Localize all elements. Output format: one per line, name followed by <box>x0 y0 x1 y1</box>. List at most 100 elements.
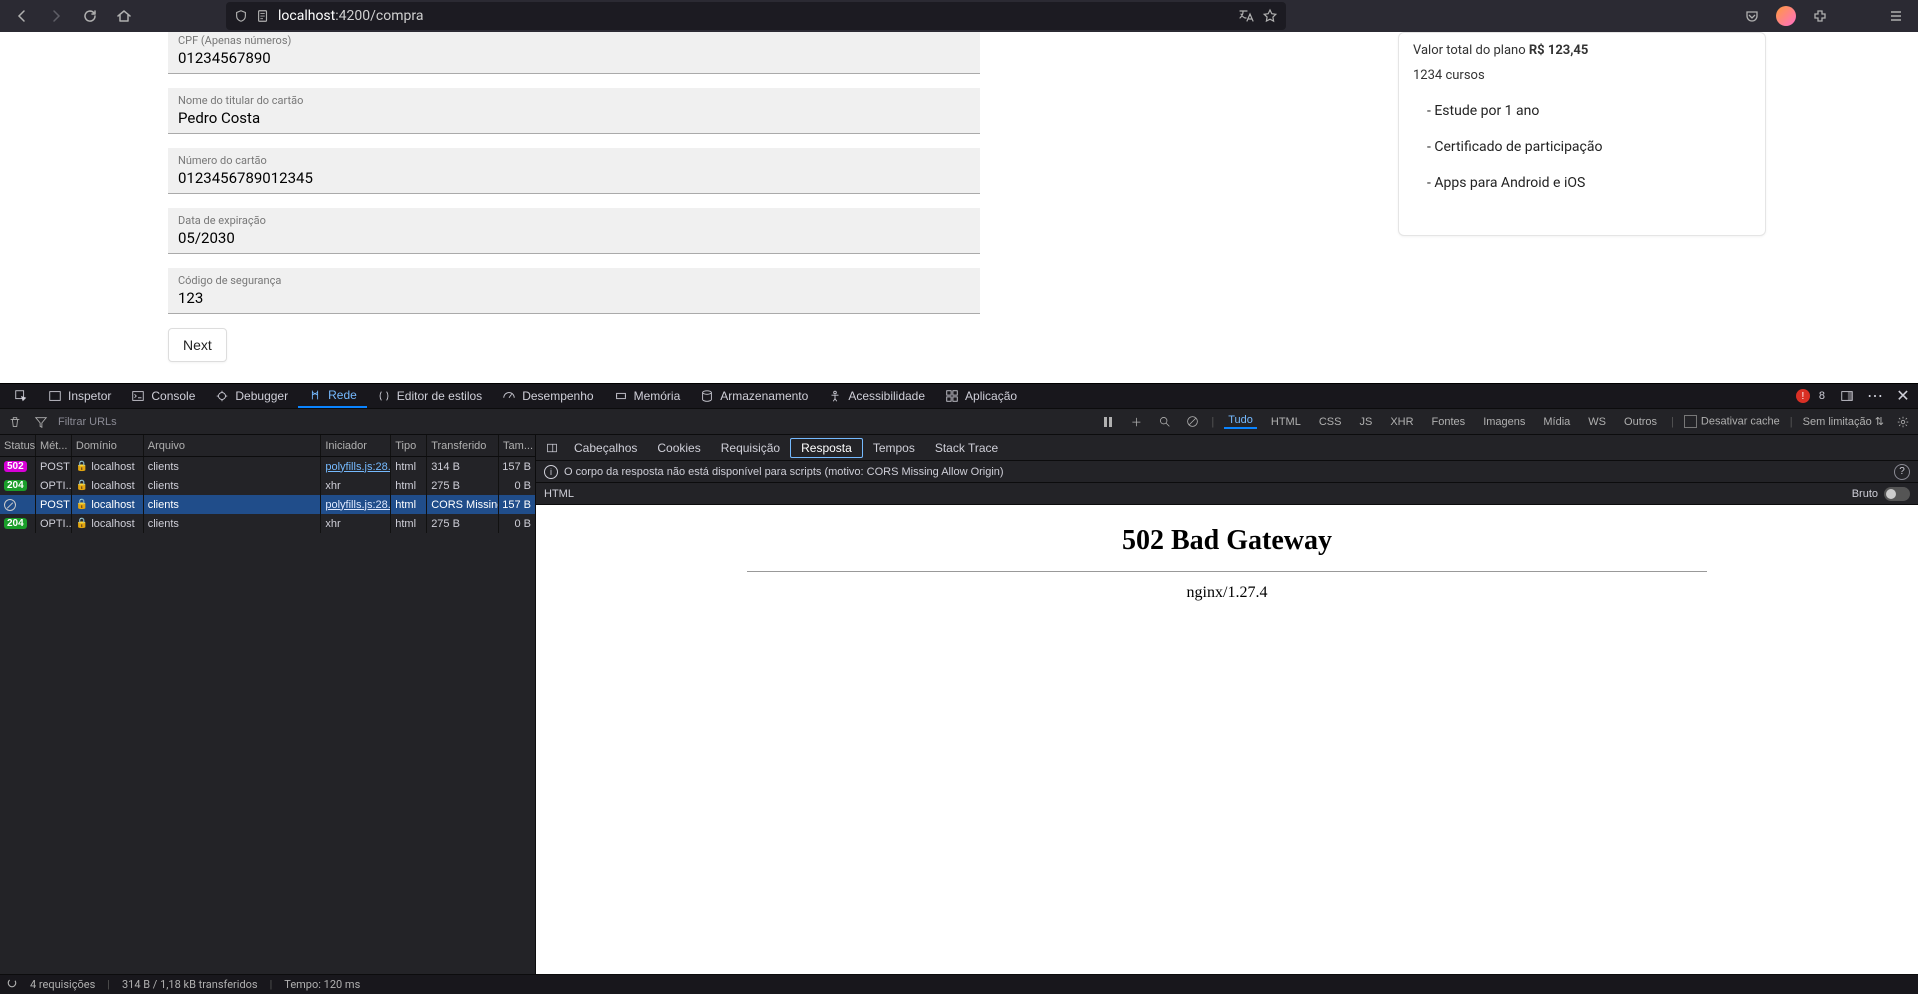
devtools-body: Status Mét... Domínio Arquivo Iniciador … <box>0 435 1918 994</box>
cardholder-field[interactable]: Nome do titular do cartão Pedro Costa <box>168 88 980 134</box>
tab-cookies[interactable]: Cookies <box>647 439 710 457</box>
footer-requests: 4 requisições <box>30 978 95 991</box>
bookmark-icon[interactable] <box>1262 8 1278 24</box>
filter-tudo[interactable]: Tudo <box>1224 414 1257 429</box>
dock-side-icon[interactable] <box>1836 385 1858 407</box>
response-heading: 502 Bad Gateway <box>1122 525 1332 557</box>
col-method[interactable]: Mét... <box>36 435 72 456</box>
devtools-close-icon[interactable]: ✕ <box>1892 385 1914 407</box>
settings-gear-icon[interactable] <box>1894 413 1912 431</box>
network-header-row: Status Mét... Domínio Arquivo Iniciador … <box>0 435 535 457</box>
filter-input[interactable]: Filtrar URLs <box>58 416 117 428</box>
profile-avatar[interactable] <box>1776 6 1796 26</box>
pause-icon[interactable] <box>1099 413 1117 431</box>
detail-close-icon[interactable] <box>540 442 564 454</box>
filter-outros[interactable]: Outros <box>1620 416 1661 428</box>
network-detail: Cabeçalhos Cookies Requisição Resposta T… <box>536 435 1918 994</box>
cardnumber-field[interactable]: Número do cartão 0123456789012345 <box>168 148 980 194</box>
tab-aplicacao[interactable]: Aplicação <box>935 384 1027 408</box>
filter-css[interactable]: CSS <box>1315 416 1346 428</box>
filter-imagens[interactable]: Imagens <box>1479 416 1529 428</box>
cvv-label: Código de segurança <box>178 274 970 287</box>
cpf-field[interactable]: CPF (Apenas números) 01234567890 <box>168 32 980 74</box>
extensions-icon[interactable] <box>1806 2 1834 30</box>
disable-cache-checkbox[interactable]: Desativar cache <box>1684 415 1780 428</box>
payment-form: CPF (Apenas números) 01234567890 Nome do… <box>168 32 980 362</box>
error-count-badge[interactable]: !8 <box>1796 389 1830 403</box>
filter-icon[interactable] <box>32 413 50 431</box>
tab-resposta[interactable]: Resposta <box>790 438 863 458</box>
col-transferred[interactable]: Transferido <box>427 435 499 456</box>
tab-debugger[interactable]: Debugger <box>205 384 298 408</box>
devtools-more-icon[interactable]: ⋯ <box>1864 385 1886 407</box>
tab-inspetor[interactable]: Inspetor <box>38 384 121 408</box>
tab-editor-estilos[interactable]: Editor de estilos <box>367 384 492 408</box>
home-button[interactable] <box>110 2 138 30</box>
feature-item: - Certificado de participação <box>1427 139 1751 155</box>
throttle-select[interactable]: Sem limitação ⇅ <box>1803 415 1884 428</box>
col-status[interactable]: Status <box>0 435 36 456</box>
filter-html[interactable]: HTML <box>1267 416 1305 428</box>
response-type-bar: HTML Bruto <box>536 483 1918 505</box>
raw-label: Bruto <box>1852 488 1878 500</box>
tab-console[interactable]: Console <box>121 384 205 408</box>
add-icon[interactable]: ＋ <box>1127 413 1145 431</box>
raw-toggle[interactable] <box>1884 487 1910 501</box>
element-picker-button[interactable] <box>4 384 38 408</box>
document-icon <box>256 9 270 23</box>
tab-stacktrace[interactable]: Stack Trace <box>925 439 1008 457</box>
app-menu-icon[interactable] <box>1882 2 1910 30</box>
translate-icon[interactable] <box>1238 8 1254 24</box>
footer-spinner-icon <box>6 977 18 992</box>
search-icon[interactable] <box>1155 413 1173 431</box>
tab-tempos[interactable]: Tempos <box>863 439 925 457</box>
response-server: nginx/1.27.4 <box>1187 584 1268 602</box>
tab-armazenamento[interactable]: Armazenamento <box>690 384 818 408</box>
filter-fontes[interactable]: Fontes <box>1428 416 1470 428</box>
filter-js[interactable]: JS <box>1355 416 1376 428</box>
tab-desempenho[interactable]: Desempenho <box>492 384 603 408</box>
col-initiator[interactable]: Iniciador <box>321 435 391 456</box>
next-button[interactable]: Next <box>168 328 227 362</box>
cors-warning-text: O corpo da resposta não está disponível … <box>564 466 1004 478</box>
cvv-field[interactable]: Código de segurança 123 <box>168 268 980 314</box>
forward-button[interactable] <box>42 2 70 30</box>
col-size[interactable]: Tam... <box>499 435 535 456</box>
url-text: localhost:4200/compra <box>278 8 423 24</box>
tab-memoria[interactable]: Memória <box>604 384 691 408</box>
col-file[interactable]: Arquivo <box>144 435 322 456</box>
tab-cabecalhos[interactable]: Cabeçalhos <box>564 439 647 457</box>
plan-total: Valor total do plano R$ 123,45 <box>1413 43 1751 58</box>
table-row[interactable]: POST🔒localhostclientspolyfills.js:28...h… <box>0 495 535 514</box>
cardnumber-label: Número do cartão <box>178 154 970 167</box>
block-icon[interactable] <box>1183 413 1201 431</box>
filter-midia[interactable]: Mídia <box>1539 416 1574 428</box>
table-row[interactable]: 204OPTI...🔒localhostclientsxhrhtml275 B0… <box>0 514 535 533</box>
filter-ws[interactable]: WS <box>1584 416 1610 428</box>
ublock-icon[interactable] <box>1844 2 1872 30</box>
info-icon: i <box>544 465 558 479</box>
col-type[interactable]: Tipo <box>391 435 427 456</box>
tab-rede[interactable]: Rede <box>298 384 367 408</box>
tab-acessibilidade[interactable]: Acessibilidade <box>818 384 935 408</box>
page-content: CPF (Apenas números) 01234567890 Nome do… <box>0 32 1918 383</box>
clear-icon[interactable] <box>6 413 24 431</box>
col-domain[interactable]: Domínio <box>72 435 144 456</box>
response-divider <box>747 571 1707 572</box>
help-icon[interactable]: ? <box>1894 464 1910 480</box>
url-bar[interactable]: localhost:4200/compra <box>226 2 1286 30</box>
table-row[interactable]: 204OPTI...🔒localhostclientsxhrhtml275 B0… <box>0 476 535 495</box>
back-button[interactable] <box>8 2 36 30</box>
cpf-label: CPF (Apenas números) <box>178 34 970 47</box>
network-list: Status Mét... Domínio Arquivo Iniciador … <box>0 435 536 994</box>
reload-button[interactable] <box>76 2 104 30</box>
table-row[interactable]: 502POST🔒localhostclientspolyfills.js:28.… <box>0 457 535 476</box>
filter-xhr[interactable]: XHR <box>1386 416 1417 428</box>
tab-requisicao[interactable]: Requisição <box>711 439 790 457</box>
network-footer: 4 requisições | 314 B / 1,18 kB transfer… <box>0 974 1918 994</box>
cardholder-value: Pedro Costa <box>178 109 970 127</box>
footer-time: Tempo: 120 ms <box>284 978 360 991</box>
footer-bytes: 314 B / 1,18 kB transferidos <box>122 978 258 991</box>
expiry-field[interactable]: Data de expiração 05/2030 <box>168 208 980 254</box>
pocket-icon[interactable] <box>1738 2 1766 30</box>
